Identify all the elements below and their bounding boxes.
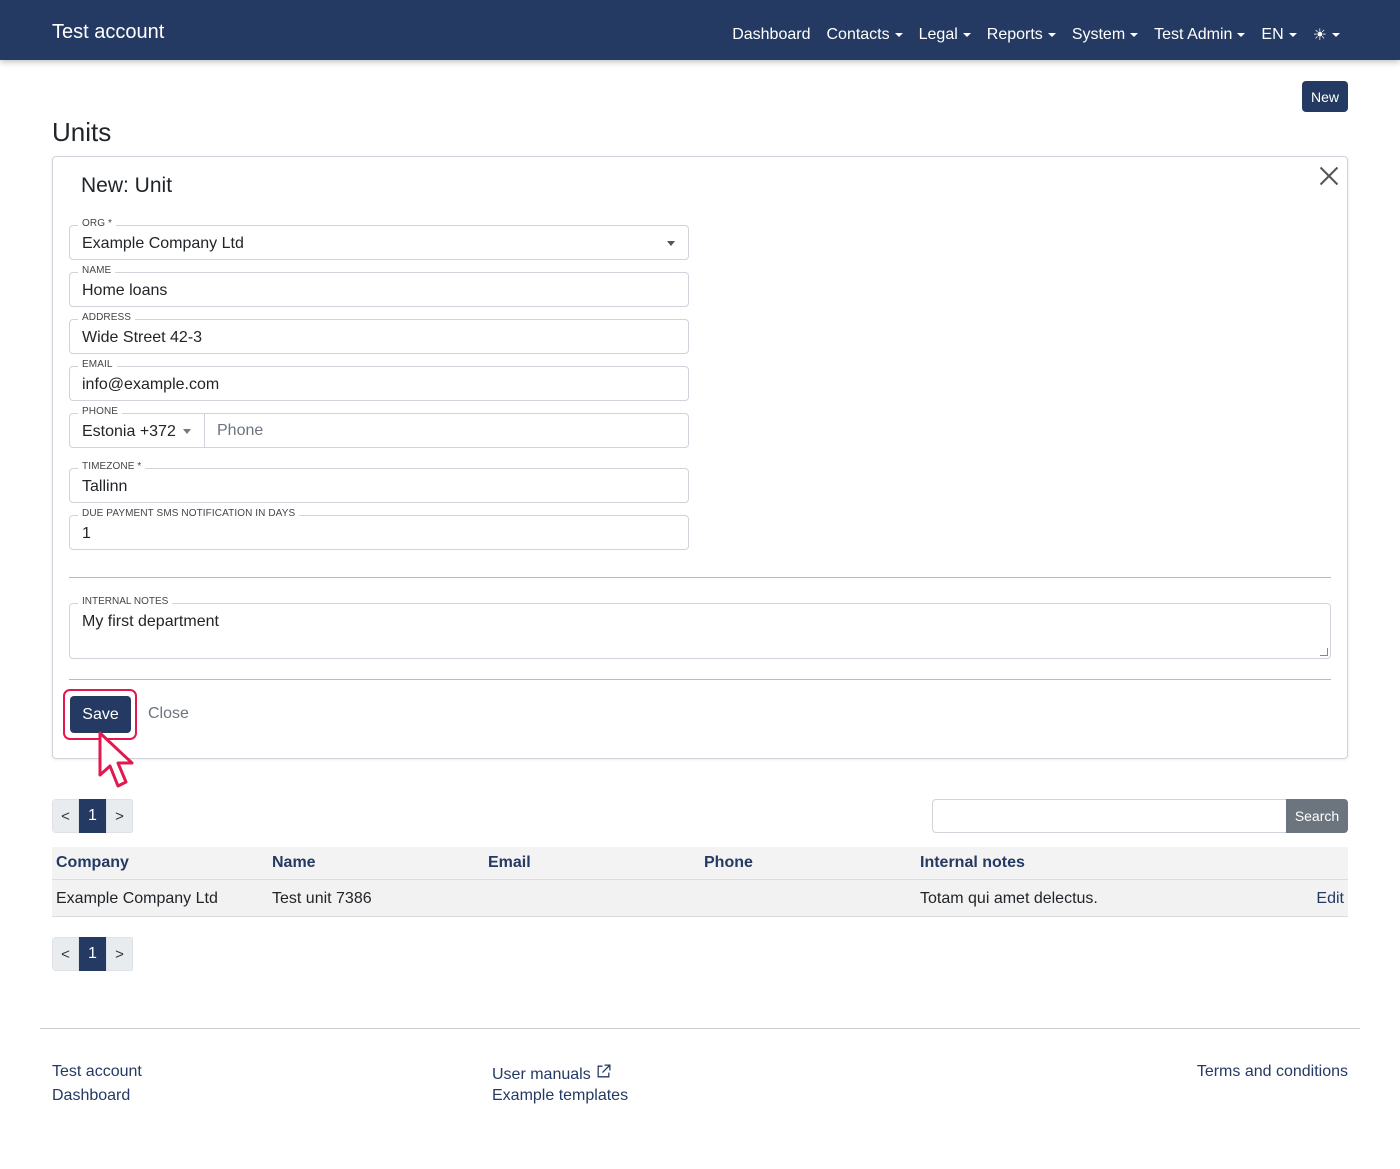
sun-icon: ☀ bbox=[1312, 27, 1327, 44]
column-header-email[interactable]: Email bbox=[488, 854, 531, 872]
form-divider bbox=[69, 577, 1331, 578]
next-page-button[interactable]: > bbox=[106, 937, 133, 971]
page-1-button[interactable]: 1 bbox=[79, 799, 106, 833]
internal-notes-textarea[interactable]: INTERNAL NOTES My first department bbox=[69, 596, 1331, 659]
address-label: ADDRESS bbox=[78, 312, 136, 323]
column-header-company[interactable]: Company bbox=[56, 854, 129, 872]
nav-user-dropdown[interactable]: Test Admin bbox=[1154, 26, 1246, 44]
user-manuals-label: User manuals bbox=[492, 1066, 591, 1083]
name-field[interactable]: NAME Home loans bbox=[69, 265, 689, 307]
notes-value: My first department bbox=[82, 613, 219, 630]
nav-reports-dropdown[interactable]: Reports bbox=[987, 26, 1056, 44]
nav-dashboard[interactable]: Dashboard bbox=[732, 26, 810, 44]
nav-language-label: EN bbox=[1261, 26, 1284, 43]
org-label: ORG * bbox=[78, 218, 116, 229]
column-header-phone[interactable]: Phone bbox=[704, 854, 753, 872]
page-title: Units bbox=[52, 117, 112, 147]
close-button[interactable]: Close bbox=[148, 705, 189, 723]
timezone-field[interactable]: TIMEZONE * Tallinn bbox=[69, 461, 689, 503]
caret-down-icon bbox=[1332, 33, 1340, 37]
nav-legal-dropdown[interactable]: Legal bbox=[919, 26, 971, 44]
nav-reports-label: Reports bbox=[986, 26, 1043, 43]
chevron-down-icon bbox=[667, 241, 675, 246]
address-value: Wide Street 42-3 bbox=[82, 329, 203, 346]
pagination-top: < 1 > bbox=[52, 799, 134, 833]
caret-down-icon bbox=[1047, 33, 1056, 37]
prev-page-button[interactable]: < bbox=[52, 799, 79, 833]
nav-dashboard-label: Dashboard bbox=[732, 26, 811, 43]
form-divider bbox=[69, 679, 1331, 680]
external-link-icon bbox=[597, 1064, 611, 1078]
next-page-button[interactable]: > bbox=[106, 799, 133, 833]
footer-link-user-manuals[interactable]: User manuals bbox=[492, 1063, 612, 1084]
close-icon[interactable] bbox=[1319, 166, 1339, 186]
footer-link-terms[interactable]: Terms and conditions bbox=[1197, 1063, 1348, 1081]
name-value: Home loans bbox=[82, 282, 168, 299]
email-field[interactable]: EMAIL info@example.com bbox=[69, 359, 689, 401]
search-button[interactable]: Search bbox=[1286, 799, 1348, 833]
caret-down-icon bbox=[1130, 33, 1139, 37]
units-table: Company Name Email Phone Internal notes … bbox=[52, 847, 1348, 917]
new-unit-button[interactable]: New bbox=[1302, 81, 1348, 112]
save-button[interactable]: Save bbox=[70, 696, 131, 733]
nav-contacts-label: Contacts bbox=[826, 26, 890, 43]
nav-system-label: System bbox=[1071, 26, 1126, 43]
nav-contacts-dropdown[interactable]: Contacts bbox=[826, 26, 903, 44]
table-header: Company Name Email Phone Internal notes bbox=[52, 847, 1348, 880]
name-label: NAME bbox=[78, 265, 116, 276]
nav-user-label: Test Admin bbox=[1154, 26, 1233, 43]
new-unit-form-card: New: Unit ORG * Example Company Ltd NAME… bbox=[52, 156, 1348, 759]
email-value: info@example.com bbox=[82, 376, 220, 393]
theme-toggle-dropdown[interactable]: ☀ bbox=[1313, 25, 1340, 45]
cursor-pointer-icon bbox=[98, 731, 134, 788]
org-value: Example Company Ltd bbox=[82, 235, 244, 252]
nav-legal-label: Legal bbox=[918, 26, 958, 43]
table-row: Example Company Ltd Test unit 7386 Totam… bbox=[52, 880, 1348, 917]
top-navbar: Test account Dashboard Contacts Legal Re… bbox=[0, 0, 1400, 60]
brand-link[interactable]: Test account bbox=[52, 21, 164, 44]
column-header-name[interactable]: Name bbox=[272, 854, 316, 872]
caret-down-icon bbox=[894, 33, 903, 37]
edit-link[interactable]: Edit bbox=[1316, 890, 1344, 908]
caret-down-icon bbox=[962, 33, 971, 37]
nav-language-dropdown[interactable]: EN bbox=[1261, 26, 1297, 44]
search-input[interactable] bbox=[932, 799, 1287, 833]
phone-label: PHONE bbox=[78, 406, 123, 417]
cell-company: Example Company Ltd bbox=[56, 890, 218, 907]
due-payment-days-field[interactable]: DUE PAYMENT SMS NOTIFICATION IN DAYS 1 bbox=[69, 508, 689, 550]
caret-down-icon bbox=[1288, 33, 1297, 37]
org-select[interactable]: ORG * Example Company Ltd bbox=[69, 218, 689, 260]
caret-down-icon bbox=[1237, 33, 1246, 37]
due-payment-value: 1 bbox=[82, 525, 91, 542]
column-header-internal-notes[interactable]: Internal notes bbox=[920, 854, 1025, 872]
footer-link-test-account[interactable]: Test account bbox=[52, 1063, 142, 1081]
nav-menu: Dashboard Contacts Legal Reports System … bbox=[716, 25, 1340, 45]
phone-field-group: PHONE Estonia +372 bbox=[69, 406, 689, 448]
chevron-down-icon bbox=[183, 429, 191, 434]
page-1-button[interactable]: 1 bbox=[79, 937, 106, 971]
timezone-label: TIMEZONE * bbox=[78, 461, 146, 472]
timezone-value: Tallinn bbox=[82, 478, 128, 495]
form-title: New: Unit bbox=[81, 174, 173, 197]
address-field[interactable]: ADDRESS Wide Street 42-3 bbox=[69, 312, 689, 354]
cell-name: Test unit 7386 bbox=[272, 890, 372, 907]
phone-country-select[interactable]: Estonia +372 bbox=[82, 423, 176, 441]
pagination-bottom: < 1 > bbox=[52, 937, 134, 971]
nav-system-dropdown[interactable]: System bbox=[1071, 26, 1139, 44]
due-payment-label: DUE PAYMENT SMS NOTIFICATION IN DAYS bbox=[78, 508, 300, 519]
email-label: EMAIL bbox=[78, 359, 117, 370]
footer-link-dashboard[interactable]: Dashboard bbox=[52, 1087, 130, 1105]
phone-input[interactable] bbox=[205, 414, 687, 447]
footer-divider bbox=[40, 1028, 1360, 1029]
resize-handle-icon[interactable] bbox=[1320, 648, 1328, 656]
notes-label: INTERNAL NOTES bbox=[78, 596, 173, 607]
prev-page-button[interactable]: < bbox=[52, 937, 79, 971]
cell-internal-notes: Totam qui amet delectus. bbox=[920, 890, 1098, 907]
footer-link-example-templates[interactable]: Example templates bbox=[492, 1087, 628, 1105]
